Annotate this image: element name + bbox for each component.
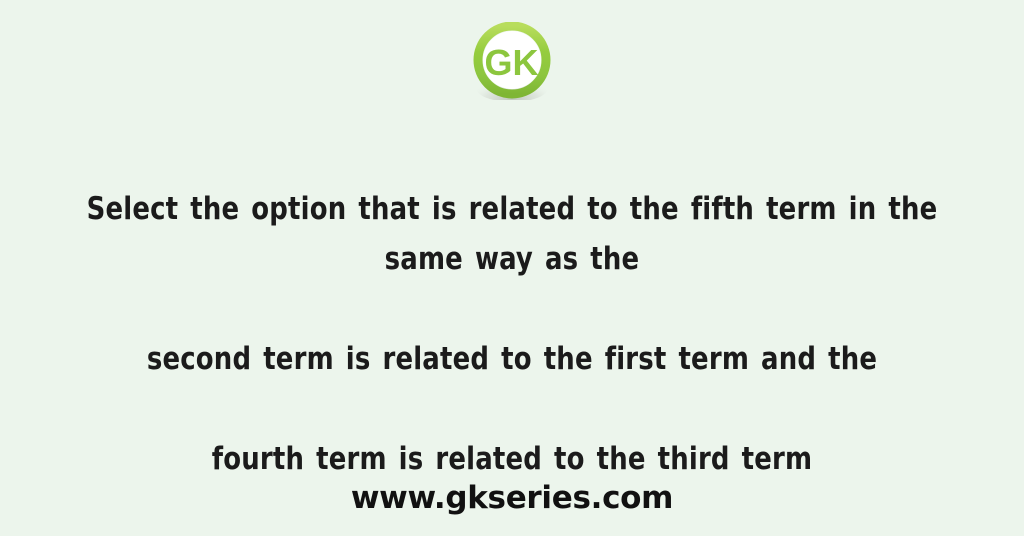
gk-logo-letters: GK <box>485 42 539 83</box>
question-card: GK Select the option that is related to … <box>0 0 1024 536</box>
gk-logo-icon: GK <box>473 22 551 100</box>
question-line-2: second term is related to the first term… <box>146 341 878 377</box>
question-line-1: Select the option that is related to the… <box>86 191 938 277</box>
logo-container: GK <box>0 22 1024 100</box>
question-line-3: fourth term is related to the third term <box>211 441 813 477</box>
website-url: www.gkseries.com <box>350 480 674 516</box>
footer: www.gkseries.com <box>0 480 1024 516</box>
question-text: Select the option that is related to the… <box>50 134 974 534</box>
